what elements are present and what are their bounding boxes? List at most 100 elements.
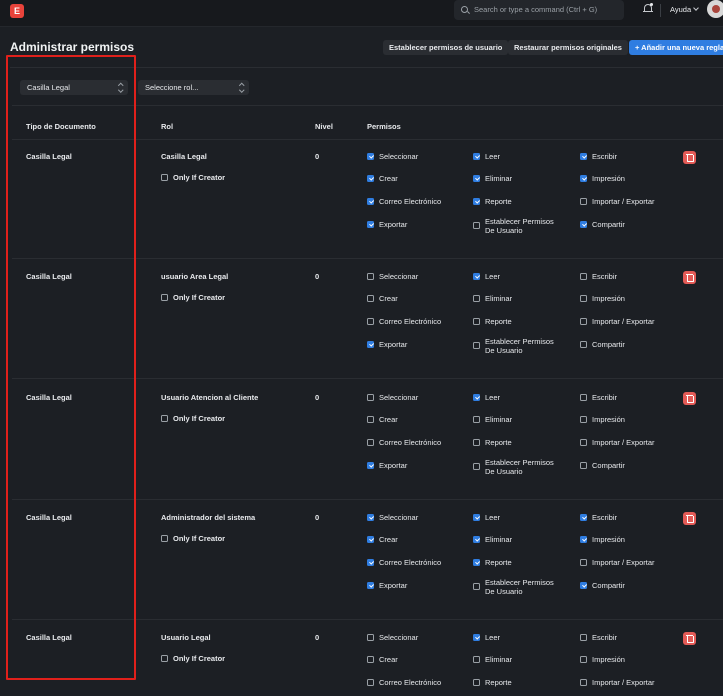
perm-checkbox-set-user-perms[interactable]: Establecer Permisos De Usuario	[473, 458, 554, 476]
checkbox-box	[473, 583, 480, 590]
checkbox-box	[367, 198, 374, 205]
perm-checkbox-email[interactable]: Correo Electrónico	[367, 197, 441, 206]
row-doctype: Casilla Legal	[26, 393, 72, 402]
checkbox-label: Seleccionar	[379, 513, 419, 522]
set-user-permissions-button[interactable]: Establecer permisos de usuario	[383, 40, 509, 55]
checkbox-label: Leer	[485, 152, 501, 161]
perm-checkbox-email[interactable]: Correo Electrónico	[367, 678, 441, 687]
help-label: Ayuda	[670, 5, 692, 14]
search-input[interactable]: Search or type a command (Ctrl + G)	[454, 0, 624, 20]
delete-icon[interactable]	[683, 512, 696, 525]
perm-checkbox-select[interactable]: Seleccionar	[367, 393, 418, 402]
perm-checkbox-report[interactable]: Reporte	[473, 438, 512, 447]
notification-bell-icon[interactable]	[643, 3, 653, 14]
checkbox-label: Crear	[379, 294, 398, 303]
column-header-permissions: Permisos	[367, 122, 401, 131]
add-rule-button[interactable]: + Añadir una nueva regla	[629, 40, 723, 55]
checkbox-label: Correo Electrónico	[379, 558, 442, 567]
only-if-creator-checkbox[interactable]: Only If Creator	[161, 534, 225, 543]
checkbox-label: Reporte	[485, 678, 512, 687]
perm-checkbox-delete[interactable]: Eliminar	[473, 294, 512, 303]
perm-checkbox-email[interactable]: Correo Electrónico	[367, 317, 441, 326]
perm-checkbox-create[interactable]: Crear	[367, 655, 398, 664]
perm-checkbox-select[interactable]: Seleccionar	[367, 272, 418, 281]
perm-checkbox-email[interactable]: Correo Electrónico	[367, 438, 441, 447]
doctype-select[interactable]: Casilla Legal	[20, 80, 128, 95]
perm-checkbox-read[interactable]: Leer	[473, 152, 500, 161]
delete-icon[interactable]	[683, 392, 696, 405]
perm-checkbox-export[interactable]: Exportar	[367, 340, 407, 349]
only-if-creator-checkbox[interactable]: Only If Creator	[161, 654, 225, 663]
perm-checkbox-report[interactable]: Reporte	[473, 678, 512, 687]
checkbox-box	[473, 634, 480, 641]
perm-checkbox-select[interactable]: Seleccionar	[367, 513, 418, 522]
checkbox-box	[473, 439, 480, 446]
perm-checkbox-read[interactable]: Leer	[473, 393, 500, 402]
perm-checkbox-print[interactable]: Impresión	[580, 415, 625, 424]
perm-checkbox-select[interactable]: Seleccionar	[367, 152, 418, 161]
checkbox-label: Escribir	[592, 513, 618, 522]
perm-checkbox-read[interactable]: Leer	[473, 272, 500, 281]
perm-checkbox-read[interactable]: Leer	[473, 513, 500, 522]
perm-checkbox-import-export[interactable]: Importar / Exportar	[580, 197, 655, 206]
perm-checkbox-export[interactable]: Exportar	[367, 461, 407, 470]
perm-checkbox-create[interactable]: Crear	[367, 174, 398, 183]
checkbox-label: Exportar	[379, 581, 408, 590]
perm-checkbox-import-export[interactable]: Importar / Exportar	[580, 558, 655, 567]
checkbox-label: Importar / Exportar	[592, 678, 655, 687]
perm-checkbox-print[interactable]: Impresión	[580, 655, 625, 664]
delete-icon[interactable]	[683, 151, 696, 164]
restore-permissions-button[interactable]: Restaurar permisos originales	[508, 40, 628, 55]
perm-checkbox-delete[interactable]: Eliminar	[473, 415, 512, 424]
perm-checkbox-print[interactable]: Impresión	[580, 294, 625, 303]
avatar[interactable]	[707, 0, 723, 18]
role-select[interactable]: Seleccione rol...	[138, 80, 249, 95]
perm-checkbox-share[interactable]: Compartir	[580, 461, 625, 470]
perm-checkbox-delete[interactable]: Eliminar	[473, 655, 512, 664]
perm-checkbox-set-user-perms[interactable]: Establecer Permisos De Usuario	[473, 337, 554, 355]
checkbox-label: Impresión	[592, 655, 625, 664]
only-if-creator-checkbox[interactable]: Only If Creator	[161, 414, 225, 423]
perm-checkbox-write[interactable]: Escribir	[580, 272, 617, 281]
perm-checkbox-import-export[interactable]: Importar / Exportar	[580, 317, 655, 326]
perm-checkbox-export[interactable]: Exportar	[367, 220, 407, 229]
perm-checkbox-import-export[interactable]: Importar / Exportar	[580, 438, 655, 447]
only-if-creator-checkbox[interactable]: Only If Creator	[161, 293, 225, 302]
checkbox-label: Only If Creator	[173, 173, 226, 182]
checkbox-label: Establecer Permisos	[485, 337, 554, 346]
perm-checkbox-report[interactable]: Reporte	[473, 558, 512, 567]
perm-checkbox-create[interactable]: Crear	[367, 294, 398, 303]
perm-checkbox-share[interactable]: Compartir	[580, 340, 625, 349]
help-menu[interactable]: Ayuda	[670, 3, 699, 16]
perm-checkbox-write[interactable]: Escribir	[580, 633, 617, 642]
perm-checkbox-share[interactable]: Compartir	[580, 581, 625, 590]
perm-checkbox-set-user-perms[interactable]: Establecer Permisos De Usuario	[473, 578, 554, 596]
perm-checkbox-set-user-perms[interactable]: Establecer Permisos De Usuario	[473, 217, 554, 235]
checkbox-label: Leer	[485, 272, 501, 281]
perm-checkbox-read[interactable]: Leer	[473, 633, 500, 642]
checkbox-label: Leer	[485, 633, 501, 642]
checkbox-label: De Usuario	[485, 587, 523, 596]
perm-checkbox-write[interactable]: Escribir	[580, 393, 617, 402]
perm-checkbox-print[interactable]: Impresión	[580, 174, 625, 183]
delete-icon[interactable]	[683, 271, 696, 284]
perm-checkbox-print[interactable]: Impresión	[580, 535, 625, 544]
perm-checkbox-write[interactable]: Escribir	[580, 513, 617, 522]
perm-checkbox-select[interactable]: Seleccionar	[367, 633, 418, 642]
perm-checkbox-share[interactable]: Compartir	[580, 220, 625, 229]
delete-icon[interactable]	[683, 632, 696, 645]
perm-checkbox-email[interactable]: Correo Electrónico	[367, 558, 441, 567]
perm-checkbox-import-export[interactable]: Importar / Exportar	[580, 678, 655, 687]
perm-checkbox-create[interactable]: Crear	[367, 415, 398, 424]
perm-checkbox-delete[interactable]: Eliminar	[473, 535, 512, 544]
only-if-creator-checkbox[interactable]: Only If Creator	[161, 173, 225, 182]
perm-checkbox-delete[interactable]: Eliminar	[473, 174, 512, 183]
perm-checkbox-report[interactable]: Reporte	[473, 197, 512, 206]
perm-checkbox-export[interactable]: Exportar	[367, 581, 407, 590]
checkbox-label: Establecer Permisos	[485, 217, 554, 226]
perm-checkbox-create[interactable]: Crear	[367, 535, 398, 544]
perm-checkbox-write[interactable]: Escribir	[580, 152, 617, 161]
checkbox-box	[367, 416, 374, 423]
app-logo[interactable]: E	[10, 4, 24, 18]
perm-checkbox-report[interactable]: Reporte	[473, 317, 512, 326]
